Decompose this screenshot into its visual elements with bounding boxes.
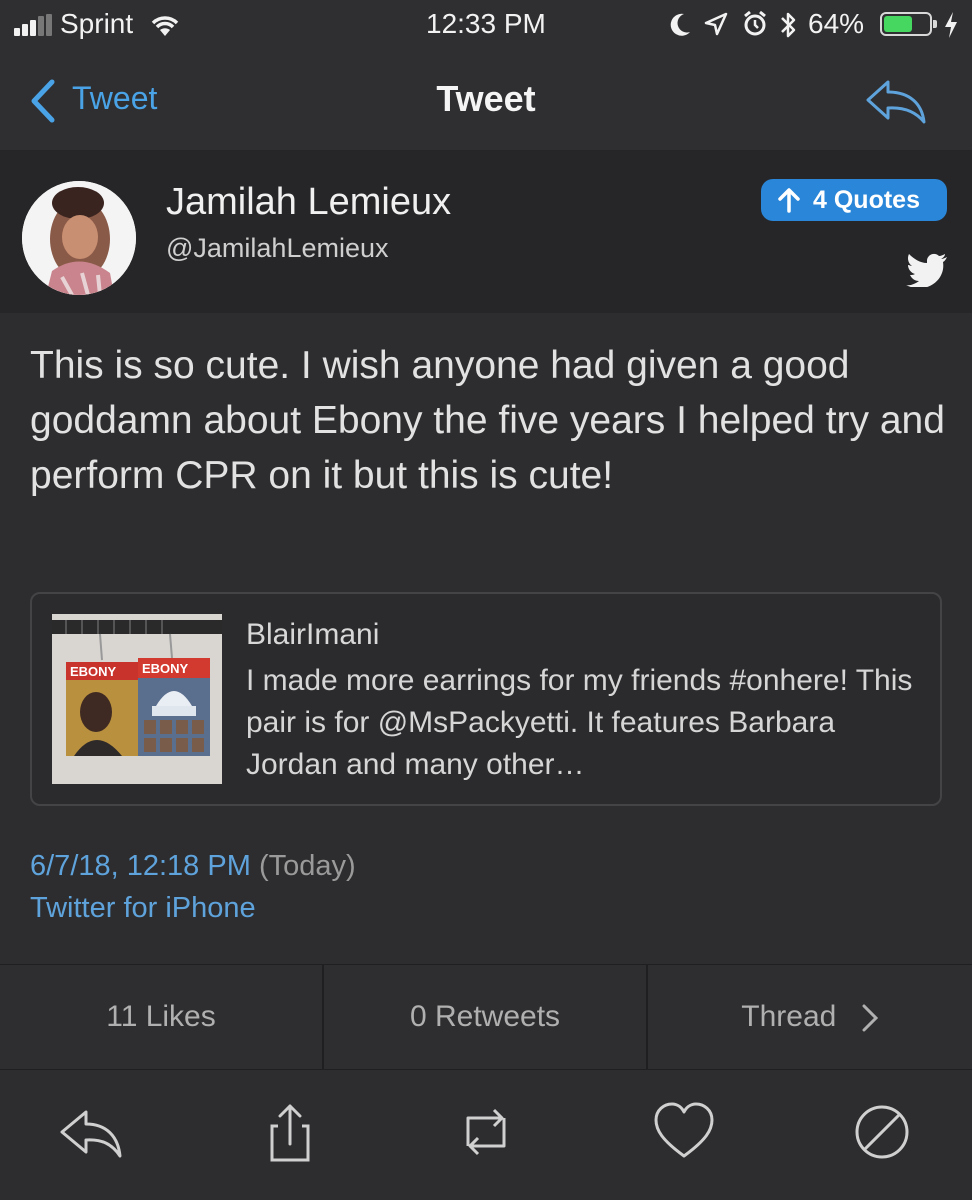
tweet-timestamp: 6/7/18, 12:18 PM (Today): [30, 850, 356, 883]
quoted-tweet-text: I made more earrings for my friends #onh…: [246, 664, 913, 781]
twitter-bird-icon: [906, 253, 947, 287]
wifi-icon: [151, 16, 179, 36]
navigation-bar: Tweet Tweet: [0, 50, 972, 151]
share-icon[interactable]: [258, 1100, 322, 1164]
moon-icon: [670, 13, 690, 36]
bluetooth-icon: [781, 12, 796, 38]
likes-count[interactable]: 11 Likes: [0, 965, 324, 1069]
clock: 12:33 PM: [426, 8, 546, 39]
location-arrow-icon: [704, 12, 728, 36]
heart-icon[interactable]: [652, 1100, 716, 1164]
tweet-author-header: Jamilah Lemieux @JamilahLemieux 4 Quotes: [0, 151, 972, 313]
status-bar: Sprint 12:33 PM 64%: [0, 0, 972, 50]
quoted-tweet-user: BlairImani: [246, 618, 380, 651]
magazine-title-left: EBONY: [70, 664, 117, 679]
tweet-stats-bar: 11 Likes 0 Retweets Thread: [0, 964, 972, 1070]
tweet-source[interactable]: Twitter for iPhone: [30, 892, 256, 925]
avatar[interactable]: [22, 181, 136, 295]
thread-label: Thread: [741, 1000, 837, 1033]
quoted-tweet-image[interactable]: EBONY EBONY: [52, 614, 222, 784]
signal-strength-icon: [14, 14, 54, 36]
chevron-right-icon: [862, 1004, 878, 1032]
relative-date: (Today): [258, 850, 356, 882]
reply-action-icon[interactable]: [58, 1100, 122, 1164]
author-handle[interactable]: @JamilahLemieux: [166, 233, 389, 264]
tweet-text: This is so cute. I wish anyone had given…: [30, 344, 945, 497]
battery-percent: 64%: [808, 8, 865, 39]
battery-icon: [880, 12, 937, 36]
alarm-icon: [744, 10, 766, 36]
arrow-up-icon: [778, 188, 800, 213]
thread-button[interactable]: Thread: [648, 965, 972, 1069]
quoted-tweet-card[interactable]: EBONY EBONY BlairImani I made more earri…: [30, 592, 942, 806]
quotes-button[interactable]: 4 Quotes: [761, 179, 947, 221]
magazine-title-right: EBONY: [142, 661, 189, 676]
author-name[interactable]: Jamilah Lemieux: [166, 181, 451, 224]
carrier-name: Sprint: [60, 8, 134, 39]
retweet-icon[interactable]: [454, 1100, 518, 1164]
retweets-count[interactable]: 0 Retweets: [324, 965, 648, 1069]
quotes-label: 4 Quotes: [813, 186, 920, 214]
tweet-date: 6/7/18, 12:18 PM: [30, 850, 251, 882]
reply-icon[interactable]: [862, 76, 928, 126]
block-icon[interactable]: [850, 1100, 914, 1164]
page-title: Tweet: [436, 78, 536, 119]
action-toolbar: [0, 1070, 972, 1200]
charging-bolt-icon: [945, 12, 957, 38]
